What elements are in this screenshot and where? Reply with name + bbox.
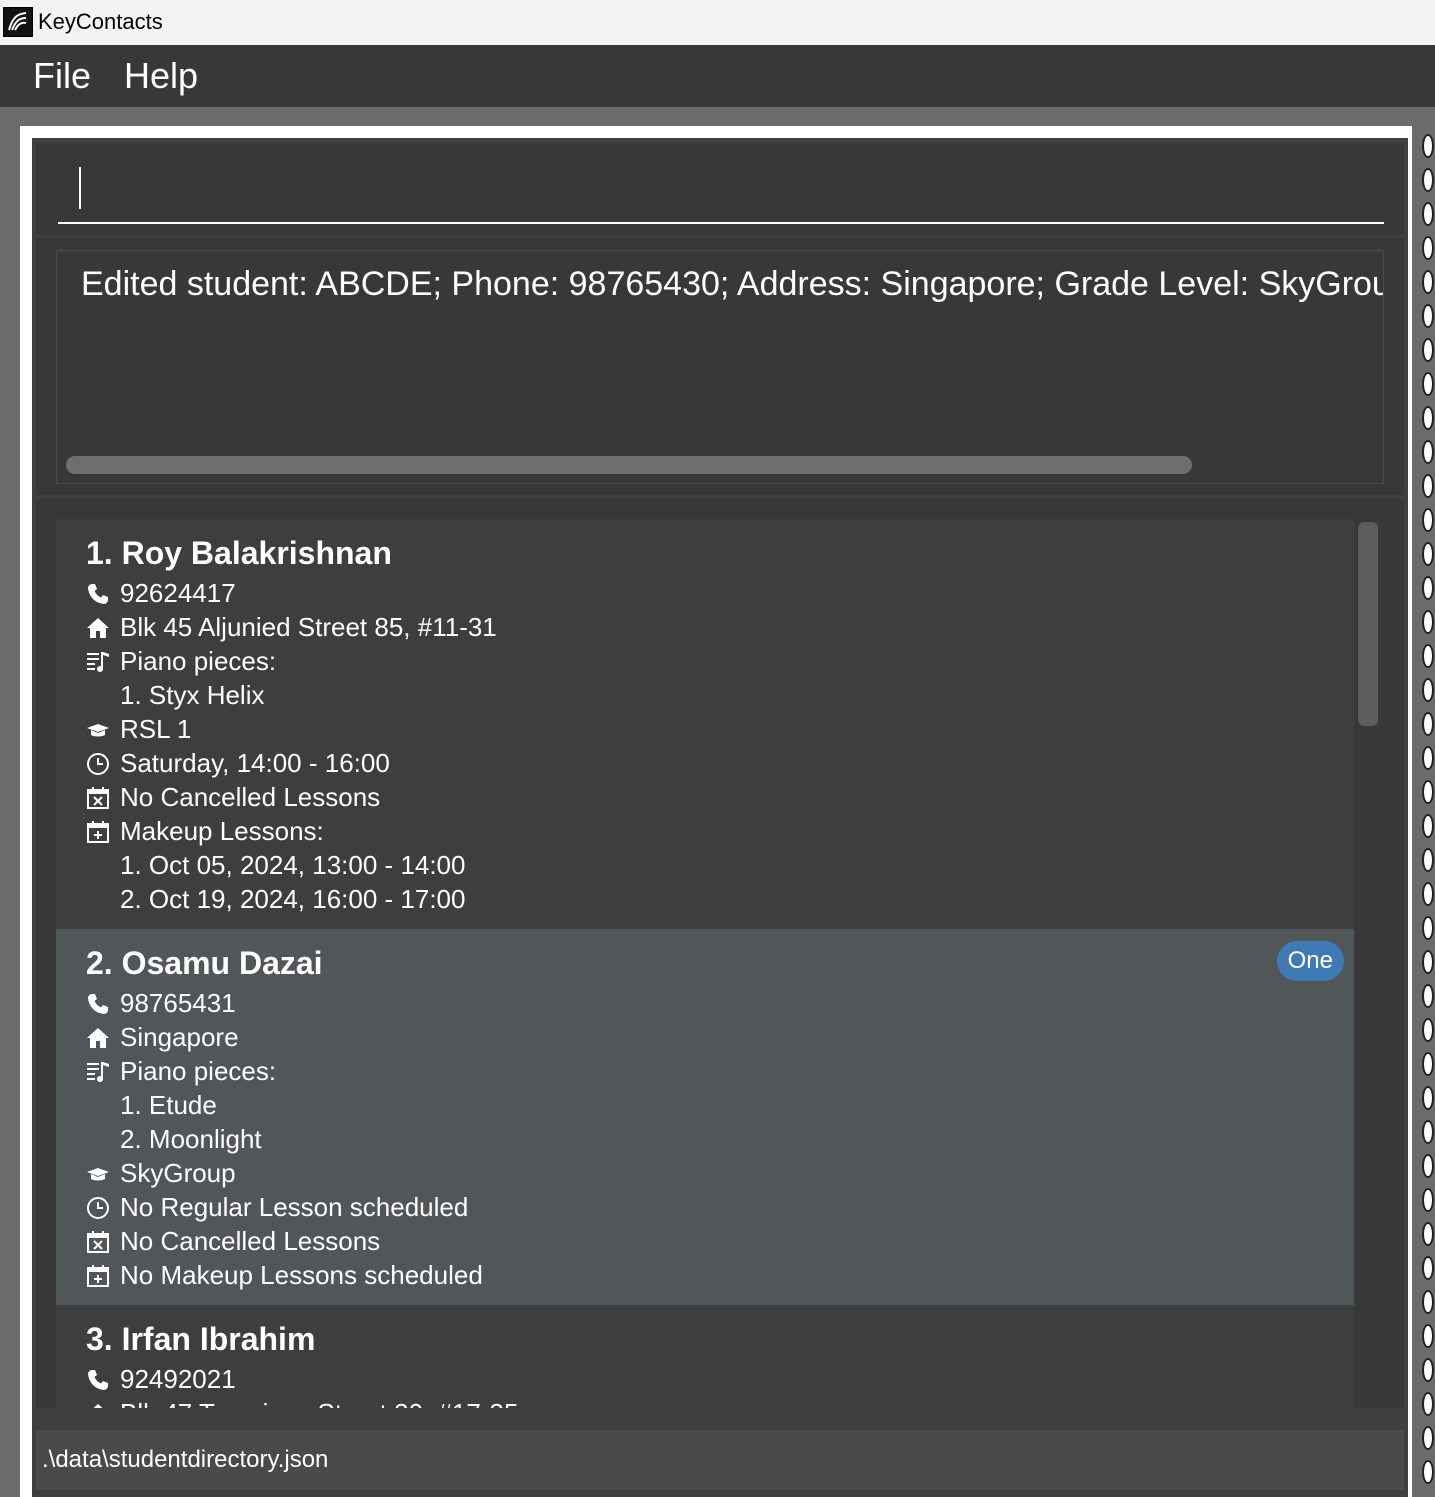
text-cursor (79, 167, 81, 209)
phone-row: 92492021 (86, 1362, 1354, 1396)
student-card[interactable]: 3. Irfan Ibrahim 92492021 Blk 47 Tampine… (56, 1305, 1354, 1408)
phone-row: 92624417 (86, 576, 1354, 610)
cancelled-lessons-row: No Cancelled Lessons (86, 1224, 1354, 1258)
grade-row: SkyGroup (86, 1156, 1354, 1190)
makeup-lessons-row: Makeup Lessons: (86, 814, 1354, 848)
student-name: 2. Osamu Dazai (86, 945, 323, 981)
window-title: KeyContacts (38, 9, 163, 34)
address-text: Singapore (120, 1022, 239, 1052)
piano-piece-item: 2. Moonlight (120, 1124, 262, 1154)
result-message: Edited student: ABCDE; Phone: 98765430; … (81, 265, 1384, 303)
home-icon (87, 618, 109, 638)
address-row: Singapore (86, 1020, 1354, 1054)
horizontal-scrollbar[interactable] (66, 456, 1192, 474)
piano-pieces-row: Piano pieces: (86, 1054, 1354, 1088)
home-icon (87, 1028, 109, 1048)
grade-text: SkyGroup (120, 1158, 236, 1188)
app-icon (3, 7, 33, 37)
graduation-cap-icon (87, 1168, 109, 1181)
piano-piece-item: 1. Styx Helix (120, 680, 265, 710)
command-input-underline (58, 222, 1384, 224)
result-display: Edited student: ABCDE; Phone: 98765430; … (56, 250, 1384, 484)
phone-icon (88, 994, 108, 1014)
grade-row: RSL 1 (86, 712, 1354, 746)
menu-help[interactable]: Help (124, 55, 198, 97)
calendar-x-icon (87, 787, 109, 809)
regular-lesson-row: Saturday, 14:00 - 16:00 (86, 746, 1354, 780)
title-bar: KeyContacts (0, 0, 1435, 45)
cancelled-lessons-row: No Cancelled Lessons (86, 780, 1354, 814)
cancelled-lessons-text: No Cancelled Lessons (120, 782, 381, 812)
phone-text: 92624417 (120, 578, 236, 608)
address-row: Blk 47 Tampines Street 20, #17-35 (86, 1396, 1354, 1408)
makeup-lesson-item: 2. Oct 19, 2024, 16:00 - 17:00 (120, 884, 466, 914)
calendar-x-icon (87, 1231, 109, 1253)
phone-icon (88, 1370, 108, 1390)
student-list: 1. Roy Balakrishnan 92624417 Blk 45 Alju… (36, 498, 1404, 1408)
address-text: Blk 45 Aljunied Street 85, #11-31 (120, 612, 497, 642)
student-card-selected[interactable]: One 2. Osamu Dazai 98765431 Singapore Pi… (56, 929, 1354, 1305)
makeup-lessons-label: Makeup Lessons: (120, 816, 324, 846)
command-input[interactable] (58, 150, 1384, 222)
address-row: Blk 45 Aljunied Street 85, #11-31 (86, 610, 1354, 644)
piano-pieces-label: Piano pieces: (120, 1056, 277, 1086)
status-bar: .\data\studentdirectory.json (36, 1430, 1404, 1490)
clock-icon (87, 1197, 109, 1219)
tag-badge: One (1276, 941, 1344, 981)
music-list-icon (87, 652, 109, 672)
menu-bar: File Help (0, 45, 1435, 107)
phone-icon (88, 584, 108, 604)
menu-file[interactable]: File (33, 55, 91, 97)
music-list-icon (87, 1062, 109, 1082)
piano-piece-item: 1. Etude (120, 1090, 217, 1120)
regular-lesson-text: Saturday, 14:00 - 16:00 (120, 748, 390, 778)
vertical-scrollbar[interactable] (1358, 520, 1378, 1400)
data-file-path: .\data\studentdirectory.json (42, 1446, 329, 1473)
makeup-lessons-text: No Makeup Lessons scheduled (120, 1260, 483, 1290)
piano-pieces-label: Piano pieces: (120, 646, 277, 676)
phone-text: 92492021 (120, 1364, 236, 1394)
phone-text: 98765431 (120, 988, 236, 1018)
window-edge-rings (1418, 126, 1435, 1497)
clock-icon (87, 753, 109, 775)
graduation-cap-icon (87, 724, 109, 737)
phone-row: 98765431 (86, 986, 1354, 1020)
regular-lesson-row: No Regular Lesson scheduled (86, 1190, 1354, 1224)
cancelled-lessons-text: No Cancelled Lessons (120, 1226, 381, 1256)
makeup-lessons-row: No Makeup Lessons scheduled (86, 1258, 1354, 1292)
vertical-scrollbar-thumb[interactable] (1358, 522, 1378, 726)
home-icon (93, 1404, 103, 1408)
address-text: Blk 47 Tampines Street 20, #17-35 (120, 1398, 518, 1408)
piano-pieces-row: Piano pieces: (86, 644, 1354, 678)
makeup-lesson-item: 1. Oct 05, 2024, 13:00 - 14:00 (120, 850, 466, 880)
student-name: 1. Roy Balakrishnan (86, 535, 392, 571)
student-card[interactable]: 1. Roy Balakrishnan 92624417 Blk 45 Alju… (56, 519, 1354, 929)
student-name: 3. Irfan Ibrahim (86, 1321, 316, 1357)
grade-text: RSL 1 (120, 714, 192, 744)
calendar-plus-icon (87, 1265, 109, 1287)
regular-lesson-text: No Regular Lesson scheduled (120, 1192, 469, 1222)
calendar-plus-icon (87, 821, 109, 843)
